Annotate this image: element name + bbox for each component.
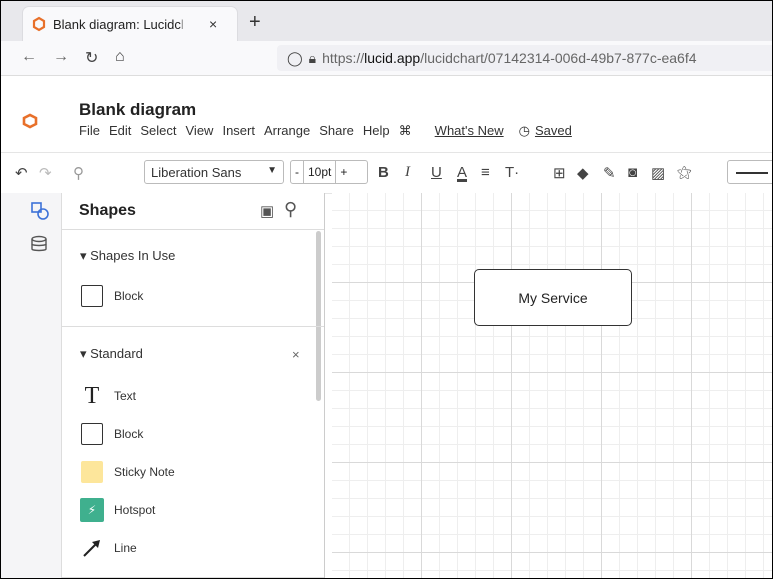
whats-new-link[interactable]: What's New	[435, 123, 504, 139]
text-options-button[interactable]: T·	[505, 164, 519, 181]
style-icon[interactable]: ▨	[651, 164, 665, 182]
shape-hotspot[interactable]: ⚡︎ Hotspot	[80, 498, 155, 522]
tab-title: Blank diagram: Lucidcl	[53, 16, 184, 32]
size-value[interactable]: 10pt	[303, 161, 337, 183]
panel-title: Shapes	[79, 202, 136, 219]
url-bar[interactable]: ◯ 🔒︎ https://lucid.app/lucidchart/071423…	[277, 45, 772, 71]
shape-block-in-use[interactable]: Block	[80, 284, 143, 308]
line-color-icon[interactable]: ✎	[603, 164, 616, 182]
menu-share[interactable]: Share	[319, 123, 354, 139]
shape-label: Hotspot	[114, 503, 156, 517]
shape-sticky-note[interactable]: Sticky Note	[80, 460, 175, 484]
italic-button[interactable]: I	[405, 164, 410, 181]
shape-label: Block	[114, 427, 144, 441]
nav-bar: ← → ↻ ⌂ ◯ 🔒︎ https://lucid.app/lucidchar…	[1, 41, 772, 76]
menu-view[interactable]: View	[186, 123, 214, 139]
undo-icon[interactable]: ↶	[15, 164, 28, 182]
forward-icon[interactable]: →	[53, 48, 69, 66]
text-icon: T	[84, 382, 100, 409]
document-title[interactable]: Blank diagram	[79, 100, 196, 120]
shape-label: Block	[114, 289, 144, 303]
font-select-value: Liberation Sans	[151, 164, 242, 180]
redo-icon[interactable]: ↷	[39, 164, 52, 182]
back-icon[interactable]: ←	[21, 48, 37, 66]
chevron-down-icon: ▼	[772, 164, 773, 175]
align-button[interactable]: ≡	[481, 164, 490, 181]
browser-tab[interactable]: Blank diagram: Lucidcl ×	[23, 7, 237, 41]
toolbar: ↶ ↷ ⚲ Liberation Sans ▼ - 10pt + B I U A…	[1, 152, 772, 194]
close-icon[interactable]: ×	[292, 347, 300, 362]
menu-bar: File Edit Select View Insert Arrange Sha…	[79, 123, 581, 139]
shape-label: Line	[114, 541, 137, 555]
tab-close-icon[interactable]: ×	[209, 16, 217, 32]
menu-edit[interactable]: Edit	[109, 123, 131, 139]
shape-text[interactable]: T Text	[80, 382, 137, 409]
home-icon[interactable]: ⌂	[115, 48, 125, 66]
saved-status[interactable]: Saved	[535, 123, 572, 139]
line-icon	[80, 536, 104, 560]
browser-window: Blank diagram: Lucidcl × + ← → ↻ ⌂ ◯ 🔒︎ …	[0, 0, 773, 579]
hotspot-icon: ⚡︎	[80, 498, 104, 522]
size-decrease-button[interactable]: -	[291, 165, 303, 179]
section-shapes-in-use[interactable]: ▾ Shapes In Use	[80, 248, 175, 264]
url-path: /lucidchart/07142314-006d-49b7-877c-ea6f…	[420, 50, 697, 66]
divider	[62, 229, 324, 230]
position-icon[interactable]: ⊞	[553, 164, 566, 182]
bold-button[interactable]: B	[378, 164, 389, 181]
image-search-icon[interactable]: ▣	[260, 202, 274, 220]
menu-select[interactable]: Select	[140, 123, 176, 139]
lucid-logo-icon[interactable]	[21, 112, 39, 130]
block-icon	[80, 284, 104, 308]
shield-icon: ◯	[287, 49, 303, 66]
clock-icon: ◷	[518, 123, 530, 138]
search-icon[interactable]: ⚲	[284, 199, 297, 220]
tab-strip: Blank diagram: Lucidcl × +	[1, 1, 772, 41]
reload-icon[interactable]: ↻	[85, 48, 98, 68]
line-style-preview	[736, 172, 768, 174]
shape-block[interactable]: Block	[80, 422, 143, 446]
format-painter-icon[interactable]: ⚲	[73, 164, 84, 182]
binoculars-icon[interactable]: ⌘	[399, 123, 412, 139]
sticky-note-icon	[80, 460, 104, 484]
shapes-icon[interactable]	[30, 201, 50, 221]
line-style-select[interactable]: ▼	[727, 160, 773, 184]
diagram-canvas[interactable]: My Service	[332, 193, 772, 578]
left-rail	[1, 193, 62, 578]
shape-line[interactable]: Line	[80, 536, 137, 560]
shapes-panel: Shapes ▣ ⚲ ▾ Shapes In Use Block ▾ Stand…	[62, 193, 325, 578]
panel-scrollbar[interactable]	[316, 231, 321, 401]
menu-insert[interactable]: Insert	[222, 123, 255, 139]
lock-icon: 🔒︎	[308, 49, 317, 66]
magic-wand-icon[interactable]: ⚝	[677, 164, 692, 181]
url-host: lucid.app	[364, 50, 421, 66]
block-icon	[80, 422, 104, 446]
diagram-block-node[interactable]: My Service	[474, 269, 632, 326]
font-select[interactable]: Liberation Sans ▼	[144, 160, 284, 184]
menu-file[interactable]: File	[79, 123, 100, 139]
shape-label: Text	[114, 389, 137, 403]
text-color-button[interactable]: A	[457, 164, 467, 181]
section-standard[interactable]: ▾ Standard	[80, 346, 143, 362]
menu-arrange[interactable]: Arrange	[264, 123, 310, 139]
new-tab-button[interactable]: +	[249, 11, 261, 34]
divider	[62, 326, 324, 327]
font-size-stepper[interactable]: - 10pt +	[290, 160, 368, 184]
chevron-down-icon: ▼	[267, 165, 277, 176]
url-prefix: https://	[322, 50, 365, 66]
shape-label: Sticky Note	[114, 465, 175, 479]
data-icon[interactable]	[30, 235, 50, 255]
menu-help[interactable]: Help	[363, 123, 390, 139]
size-increase-button[interactable]: +	[336, 165, 351, 179]
fill-color-icon[interactable]: ◆	[577, 164, 589, 182]
shadow-icon[interactable]: ◙	[628, 164, 637, 181]
underline-button[interactable]: U	[431, 164, 442, 181]
divider	[62, 577, 324, 578]
lucid-logo-icon	[32, 16, 46, 32]
